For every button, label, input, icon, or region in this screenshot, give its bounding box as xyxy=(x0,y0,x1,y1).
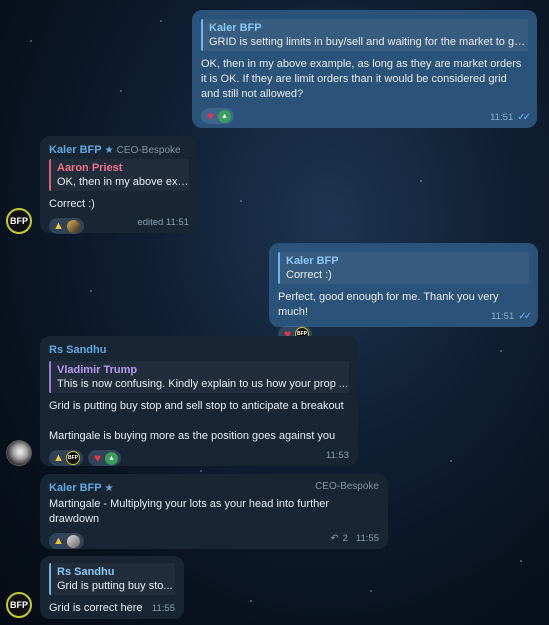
quote-author: Vladimir Trump xyxy=(57,364,138,376)
sender-line: Kaler BFP ★ CEO-Bespoke xyxy=(49,143,189,157)
message-meta: edited 11:51 xyxy=(137,217,189,228)
quote-author: Kaler BFP xyxy=(286,255,339,267)
reaction-pill[interactable]: ▲ xyxy=(49,218,84,234)
bell-icon: ▲ xyxy=(218,109,231,123)
reactions: ▲ BFP ♥ ▲ xyxy=(49,450,349,466)
star-dot xyxy=(90,290,92,292)
read-ticks-icon: ✓✓ xyxy=(517,112,531,123)
message-meta: 11:55 xyxy=(152,603,175,614)
quote-text: Correct :) xyxy=(286,269,332,281)
sender-role: CEO-Bespoke xyxy=(315,481,379,492)
reactor-avatar xyxy=(66,218,81,234)
bell-icon: ▲ xyxy=(105,451,118,465)
message-text: Correct :) xyxy=(49,198,95,210)
reply-quote[interactable]: Rs Sandhu Grid is putting buy sto... xyxy=(49,563,175,595)
quote-text: OK, then in my above exa... xyxy=(57,176,189,188)
reply-quote[interactable]: Kaler BFP Correct :) xyxy=(278,252,529,284)
star-dot xyxy=(250,600,252,602)
reaction-pill[interactable]: ▲ xyxy=(49,533,84,549)
message-text-line: Martingale is buying more as the positio… xyxy=(49,430,336,442)
star-dot xyxy=(370,590,372,592)
avatar[interactable] xyxy=(6,440,32,466)
message-text: Martingale - Multiplying your lots as yo… xyxy=(49,498,330,525)
sender-name[interactable]: Rs Sandhu xyxy=(49,343,349,357)
message-meta: 11:53 xyxy=(326,450,349,461)
thumbs-up-icon: ▲ xyxy=(53,534,64,547)
message-outgoing[interactable]: Kaler BFP Correct :) Perfect, good enoug… xyxy=(269,243,538,342)
quote-text: GRID is setting limits in buy/sell and w… xyxy=(209,36,528,48)
reply-icon[interactable]: ↶ xyxy=(331,533,339,544)
star-dot xyxy=(30,40,32,42)
message-time: 11:51 xyxy=(491,311,515,322)
heart-icon: ♥ xyxy=(93,450,102,465)
star-dot xyxy=(520,560,522,562)
message-text-spacer xyxy=(49,414,349,429)
message-text-line: Grid is putting buy stop and sell stop t… xyxy=(49,400,344,412)
star-icon: ★ xyxy=(104,483,114,494)
reaction-pill[interactable]: ♥ ▲ xyxy=(201,108,234,124)
reply-quote[interactable]: Aaron Priest OK, then in my above exa... xyxy=(49,159,189,191)
star-dot xyxy=(160,20,162,22)
quote-text: This is now confusing. Kindly explain to… xyxy=(57,378,349,390)
reaction-pill[interactable]: ♥ ▲ xyxy=(88,450,121,466)
star-dot xyxy=(500,350,502,352)
sender-role: CEO-Bespoke xyxy=(116,145,181,156)
heart-icon: ♥ xyxy=(206,108,215,123)
reaction-pill[interactable]: ▲ BFP xyxy=(49,450,83,466)
message-meta: 11:51 ✓✓ xyxy=(491,311,532,322)
avatar[interactable]: BFP xyxy=(6,208,32,234)
sender-line: Kaler BFP ★ CEO-Bespoke xyxy=(49,481,379,495)
reactions: ▲ xyxy=(49,533,379,549)
message-incoming[interactable]: Rs Sandhu Vladimir Trump This is now con… xyxy=(40,336,358,466)
read-ticks-icon: ✓✓ xyxy=(518,311,532,322)
message-time: 11:55 xyxy=(355,533,379,544)
quote-author: Kaler BFP xyxy=(209,22,262,34)
message-outgoing[interactable]: Kaler BFP GRID is setting limits in buy/… xyxy=(192,10,537,128)
reply-quote[interactable]: Kaler BFP GRID is setting limits in buy/… xyxy=(201,19,528,51)
message-incoming[interactable]: Kaler BFP ★ CEO-Bespoke Martingale - Mul… xyxy=(40,474,388,549)
message-time: edited 11:51 xyxy=(137,217,189,228)
message-text: OK, then in my above example, as long as… xyxy=(201,58,522,100)
message-time: 11:53 xyxy=(325,450,349,461)
reactor-avatar: BFP xyxy=(66,451,80,465)
star-icon: ★ xyxy=(104,145,114,156)
sender-name[interactable]: Kaler BFP xyxy=(49,482,102,494)
message-incoming[interactable]: Kaler BFP ★ CEO-Bespoke Aaron Priest OK,… xyxy=(40,136,198,234)
reactor-avatar xyxy=(66,533,81,549)
quote-author: Aaron Priest xyxy=(57,162,123,174)
star-dot xyxy=(120,90,122,92)
star-dot xyxy=(240,200,242,202)
avatar[interactable]: BFP xyxy=(6,592,32,618)
thumbs-up-icon: ▲ xyxy=(53,451,64,464)
sender-name[interactable]: Kaler BFP xyxy=(49,144,102,156)
reactions: ♥ ▲ xyxy=(201,108,528,124)
star-dot xyxy=(420,180,422,182)
star-dot xyxy=(200,470,202,472)
message-meta: ↶ 2 11:55 xyxy=(331,533,379,544)
thumbs-up-icon: ▲ xyxy=(53,219,64,232)
message-time: 11:51 xyxy=(490,112,514,123)
reply-count[interactable]: 2 xyxy=(343,533,348,544)
message-meta: 11:51 ✓✓ xyxy=(490,112,531,123)
star-dot xyxy=(450,460,452,462)
quote-author: Rs Sandhu xyxy=(57,566,115,578)
message-incoming[interactable]: Rs Sandhu Grid is putting buy sto... Gri… xyxy=(40,556,184,619)
quote-text: Grid is putting buy sto... xyxy=(57,580,173,592)
message-time: 11:55 xyxy=(151,603,175,614)
reply-quote[interactable]: Vladimir Trump This is now confusing. Ki… xyxy=(49,361,349,393)
